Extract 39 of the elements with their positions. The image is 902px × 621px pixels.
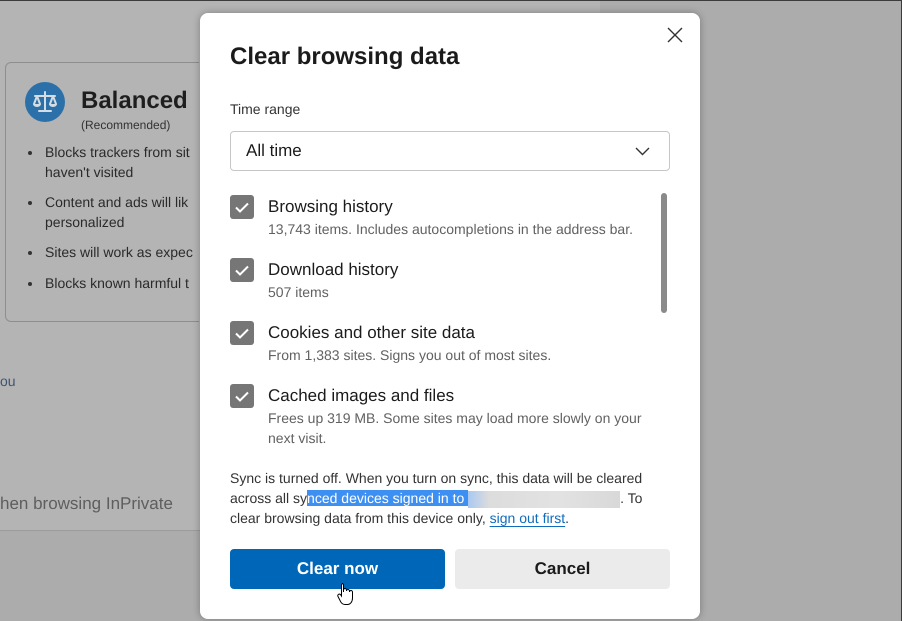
time-range-select[interactable]: All time	[230, 131, 670, 171]
dialog-title: Clear browsing data	[230, 42, 460, 72]
checkmark-icon	[235, 390, 249, 402]
item-title: Download history	[268, 259, 398, 281]
item-description: 507 items	[268, 283, 330, 302]
checkmark-icon	[235, 264, 249, 276]
item-title: Browsing history	[268, 196, 394, 218]
checkbox[interactable]	[230, 195, 254, 219]
bullet-icon	[28, 282, 32, 286]
card-title: Balanced	[81, 87, 188, 115]
sync-notice-text: Sync is turned off. When you turn on sync, this data will be cleared across all synced devices signed in to . To clear browsing data from this device only, sign out first.	[230, 469, 644, 528]
bullet-text: Sites will work as expec	[45, 243, 193, 262]
bullet-text: Content and ads will lik personalized	[45, 193, 188, 232]
bullet-icon	[28, 151, 32, 155]
item-title: Cached images and files	[268, 385, 456, 407]
cancel-button[interactable]: Cancel	[455, 549, 670, 589]
bullet-text: Blocks known harmful t	[45, 274, 189, 292]
sign-out-link[interactable]: sign out first	[490, 510, 566, 526]
bullet-icon	[28, 201, 32, 205]
scales-icon	[25, 82, 65, 122]
checkbox[interactable]	[230, 258, 254, 282]
checkbox[interactable]	[230, 384, 254, 408]
item-description: From 1,383 sites. Signs you out of most sites.	[268, 346, 552, 365]
partial-heading: hen browsing InPrivate	[0, 493, 173, 515]
checkbox[interactable]	[230, 321, 254, 345]
item-title: Cookies and other site data	[268, 322, 476, 344]
clear-now-button[interactable]: Clear now	[230, 549, 445, 589]
checkmark-icon	[235, 202, 249, 212]
partial-text: ou	[0, 372, 16, 391]
time-range-label: Time range	[230, 100, 300, 119]
close-icon	[667, 27, 683, 43]
checkmark-icon	[235, 328, 249, 338]
scrollbar-thumb[interactable]	[661, 193, 667, 313]
chevron-down-icon	[635, 146, 650, 156]
item-description: 13,743 items. Includes autocompletions in the address bar.	[268, 220, 633, 239]
card-subtitle: (Recommended)	[81, 118, 172, 132]
bullet-icon	[28, 251, 32, 255]
bullet-text: Blocks trackers from sit haven't visited	[45, 143, 190, 182]
item-description: Frees up 319 MB. Some sites may load more slowly on your next visit.	[268, 409, 642, 448]
